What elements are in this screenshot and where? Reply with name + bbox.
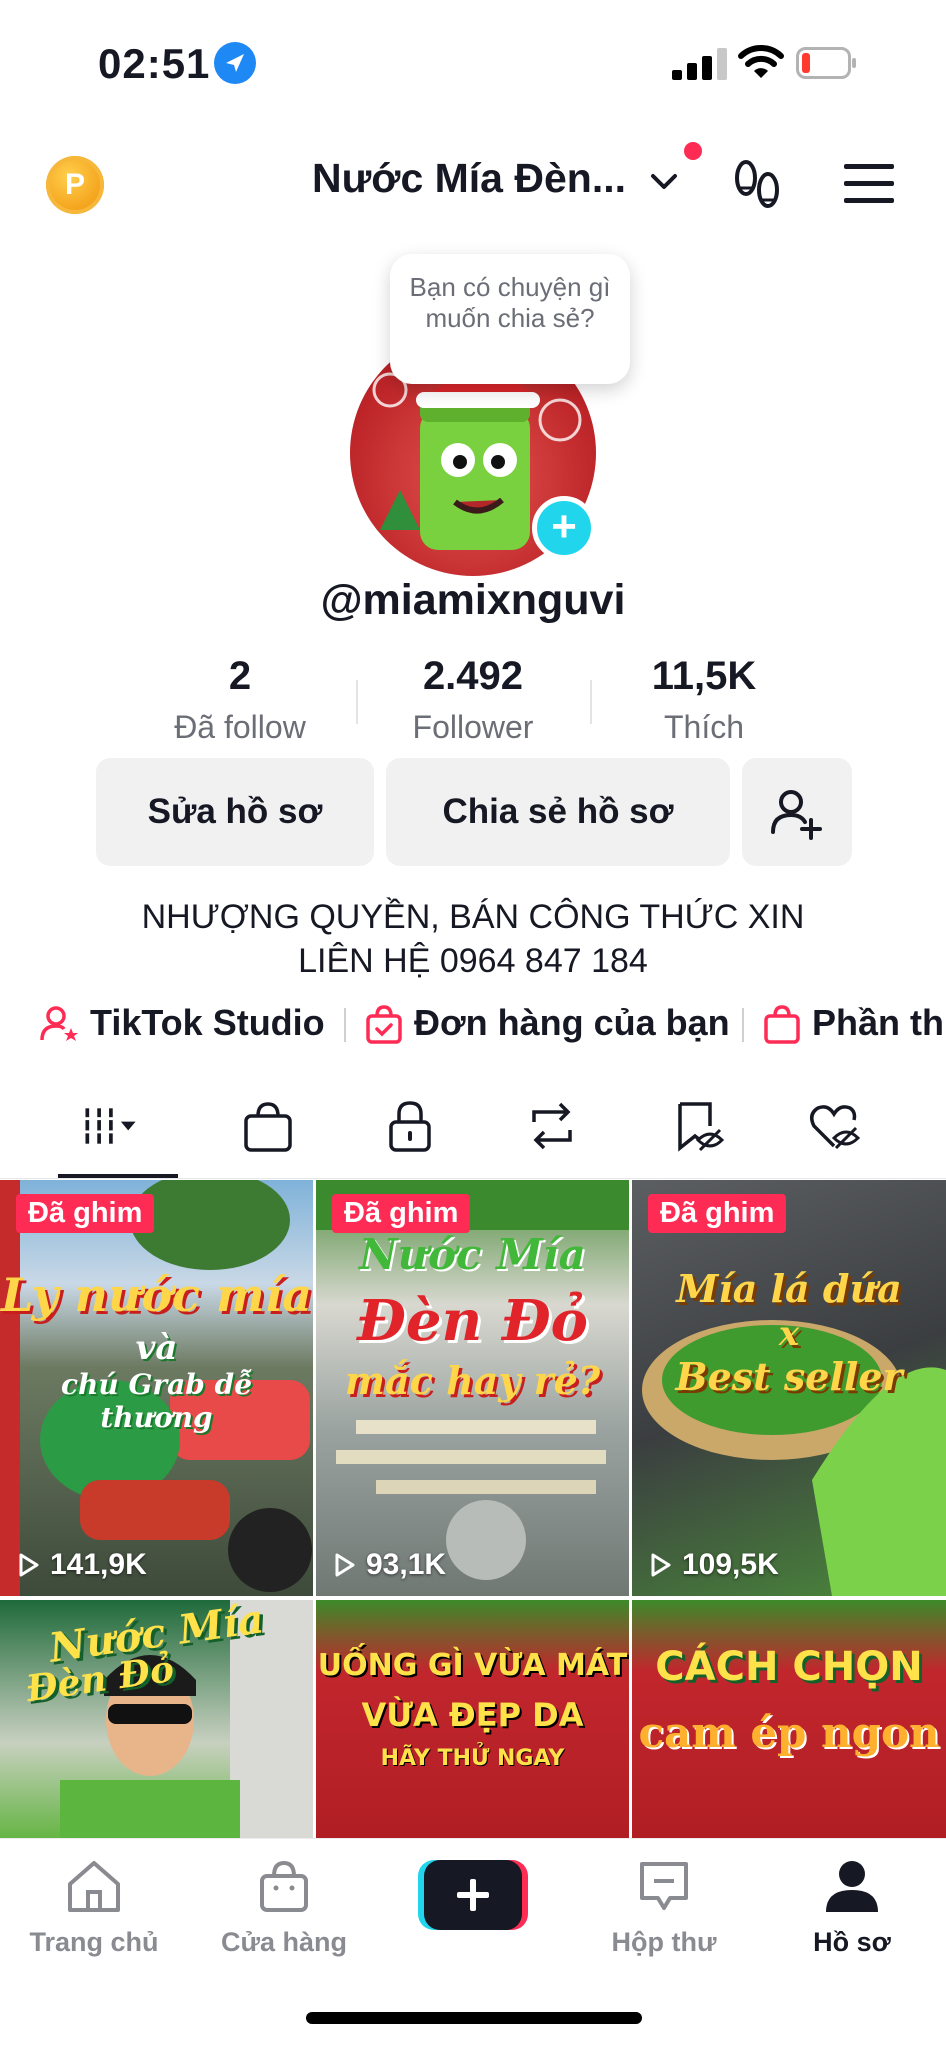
nav-home[interactable]: Trang chủ xyxy=(24,1858,164,1958)
pinned-badge: Đã ghim xyxy=(648,1194,787,1233)
battery-icon xyxy=(796,47,856,79)
play-icon xyxy=(19,1553,39,1577)
video-caption: Nước Mía xyxy=(359,1230,586,1279)
inbox-icon xyxy=(640,1862,688,1910)
video-caption: VỪA ĐẸP DA xyxy=(361,1696,584,1734)
signal-icon xyxy=(672,48,727,80)
view-count: 93,1K xyxy=(334,1548,446,1582)
story-prompt-bubble[interactable]: Bạn có chuyện gì muốn chia sẻ? xyxy=(390,254,630,384)
view-count: 141,9K xyxy=(18,1548,147,1582)
nav-profile[interactable]: Hồ sơ xyxy=(782,1858,922,1958)
create-button[interactable] xyxy=(418,1860,528,1930)
nav-shop[interactable]: Cửa hàng xyxy=(214,1858,354,1958)
repost-icon[interactable] xyxy=(524,1098,580,1154)
home-icon xyxy=(68,1861,120,1912)
video-caption: Best seller xyxy=(675,1354,903,1399)
chevron-down-icon[interactable] xyxy=(648,166,680,198)
orders-link[interactable]: Đơn hàng của bạn xyxy=(414,1002,730,1044)
video-tile[interactable]: UỐNG GÌ VỪA MÁT VỪA ĐẸP DA HÃY THỬ NGAY xyxy=(316,1600,629,1838)
footprint-icon[interactable] xyxy=(732,156,784,214)
stat-likes[interactable]: 11,5K Thích xyxy=(594,654,814,746)
video-caption: và xyxy=(135,1328,178,1368)
profile-icon xyxy=(826,1861,878,1912)
saved-hidden-icon[interactable] xyxy=(670,1098,726,1154)
wifi-icon xyxy=(738,45,784,78)
video-tile[interactable]: Nước Mía Đèn Đỏ xyxy=(0,1600,313,1838)
menu-icon[interactable] xyxy=(844,162,894,206)
video-caption: x xyxy=(778,1314,800,1354)
order-bag-icon xyxy=(366,1005,402,1044)
pinned-badge: Đã ghim xyxy=(332,1194,471,1233)
video-caption: Mía lá dứa xyxy=(676,1266,902,1311)
shop-tab-icon[interactable] xyxy=(240,1098,296,1154)
location-icon xyxy=(214,42,256,84)
pinned-badge: Đã ghim xyxy=(16,1194,155,1233)
add-user-icon xyxy=(771,790,822,840)
liked-hidden-icon[interactable] xyxy=(806,1098,862,1154)
account-title[interactable]: Nước Mía Đèn... xyxy=(312,155,626,202)
nav-inbox[interactable]: Hộp thư xyxy=(594,1858,734,1958)
link-divider xyxy=(742,1008,744,1042)
video-caption: HÃY THỬ NGAY xyxy=(380,1746,565,1771)
bio-line-1: NHƯỢNG QUYỀN, BÁN CÔNG THỨC XIN xyxy=(141,898,805,936)
shopping-bag-icon xyxy=(764,1005,800,1044)
video-caption: Ly nước mía xyxy=(1,1268,312,1322)
video-tile[interactable]: CÁCH CHỌN cam ép ngon xyxy=(632,1600,946,1838)
add-friend-button[interactable] xyxy=(742,758,852,866)
home-indicator xyxy=(306,2012,642,2024)
video-caption: cam ép ngon xyxy=(638,1708,940,1757)
tabs-divider xyxy=(0,1178,946,1179)
coin-badge[interactable]: P xyxy=(46,156,104,214)
video-tile[interactable]: Nước Mía Đèn Đỏ mắc hay rẻ? Đã ghim 93,1… xyxy=(316,1180,629,1596)
notification-dot xyxy=(684,142,702,160)
video-tile[interactable]: Mía lá dứa x Best seller Đã ghim 109,5K xyxy=(632,1180,946,1596)
video-caption: UỐNG GÌ VỪA MÁT xyxy=(317,1648,628,1683)
share-profile-button[interactable]: Chia sẻ hồ sơ xyxy=(386,758,730,866)
tiktok-studio-link[interactable]: TikTok Studio xyxy=(90,1002,325,1044)
stat-followers[interactable]: 2.492 Follower xyxy=(363,654,583,746)
stat-following[interactable]: 2 Đã follow xyxy=(130,654,350,746)
lock-icon[interactable] xyxy=(382,1098,438,1154)
video-caption: mắc hay rẻ? xyxy=(344,1358,601,1403)
video-caption: CÁCH CHỌN xyxy=(655,1644,923,1690)
video-caption: Đèn Đỏ xyxy=(356,1288,589,1354)
add-story-button[interactable]: + xyxy=(532,496,596,560)
bio-line-2: LIÊN HỆ 0964 847 184 xyxy=(298,942,648,980)
rewards-link[interactable]: Phần thưởng xyxy=(812,1002,946,1044)
shop-icon xyxy=(260,1860,308,1912)
video-caption: chú Grab dễ thương xyxy=(60,1368,253,1434)
play-icon xyxy=(651,1553,671,1577)
video-tile[interactable]: Ly nước mía và chú Grab dễ thương Đã ghi… xyxy=(0,1180,313,1596)
username: @miamixnguvi xyxy=(320,576,626,624)
play-icon xyxy=(335,1553,355,1577)
link-divider xyxy=(344,1008,346,1042)
tiktok-studio-icon xyxy=(40,1006,78,1041)
view-count: 109,5K xyxy=(650,1548,779,1582)
stat-divider xyxy=(590,680,592,724)
edit-profile-button[interactable]: Sửa hồ sơ xyxy=(96,758,374,866)
status-time: 02:51 xyxy=(98,40,211,87)
stat-divider xyxy=(356,680,358,724)
videos-grid-icon[interactable] xyxy=(84,1098,140,1154)
